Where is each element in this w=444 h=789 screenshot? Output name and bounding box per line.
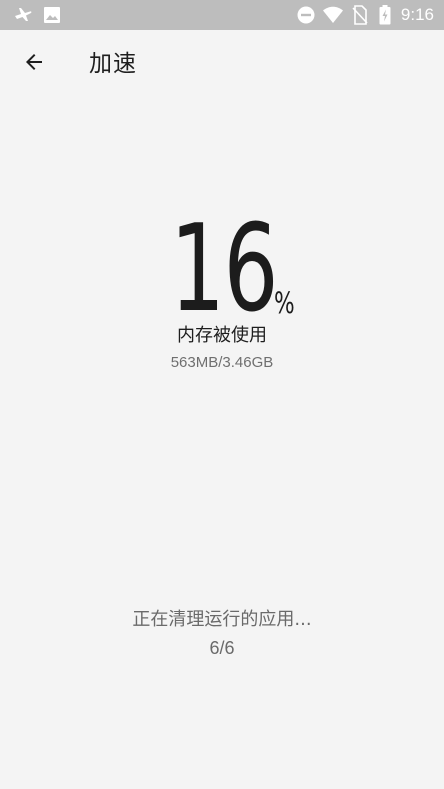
page-title: 加速 xyxy=(89,51,137,77)
status-time: 9:16 xyxy=(400,5,434,24)
speedup-screen: 9:16 加速 16 % 内存被使用 563MB/3.46GB 正在清理运行的应… xyxy=(0,0,444,789)
back-button[interactable] xyxy=(14,44,54,84)
status-bar: 9:16 xyxy=(0,0,444,30)
memory-detail: 563MB/3.46GB xyxy=(170,354,274,371)
airplane-mode-icon xyxy=(13,5,33,25)
percent-sign: % xyxy=(274,286,295,320)
memory-percent-value: 16 xyxy=(170,200,279,339)
memory-usage-display: 16 % xyxy=(0,210,444,330)
cleaning-status-text: 正在清理运行的应用... xyxy=(132,609,312,630)
no-sim-icon xyxy=(352,5,368,25)
app-bar: 加速 xyxy=(0,30,444,98)
cleaning-progress-count: 6/6 xyxy=(209,638,235,658)
arrow-back-icon xyxy=(22,50,46,78)
image-notification-icon xyxy=(42,5,62,25)
battery-charging-icon xyxy=(378,5,392,25)
do-not-disturb-icon xyxy=(296,5,316,25)
wifi-icon xyxy=(322,5,344,25)
memory-used-label: 内存被使用 xyxy=(177,325,267,346)
